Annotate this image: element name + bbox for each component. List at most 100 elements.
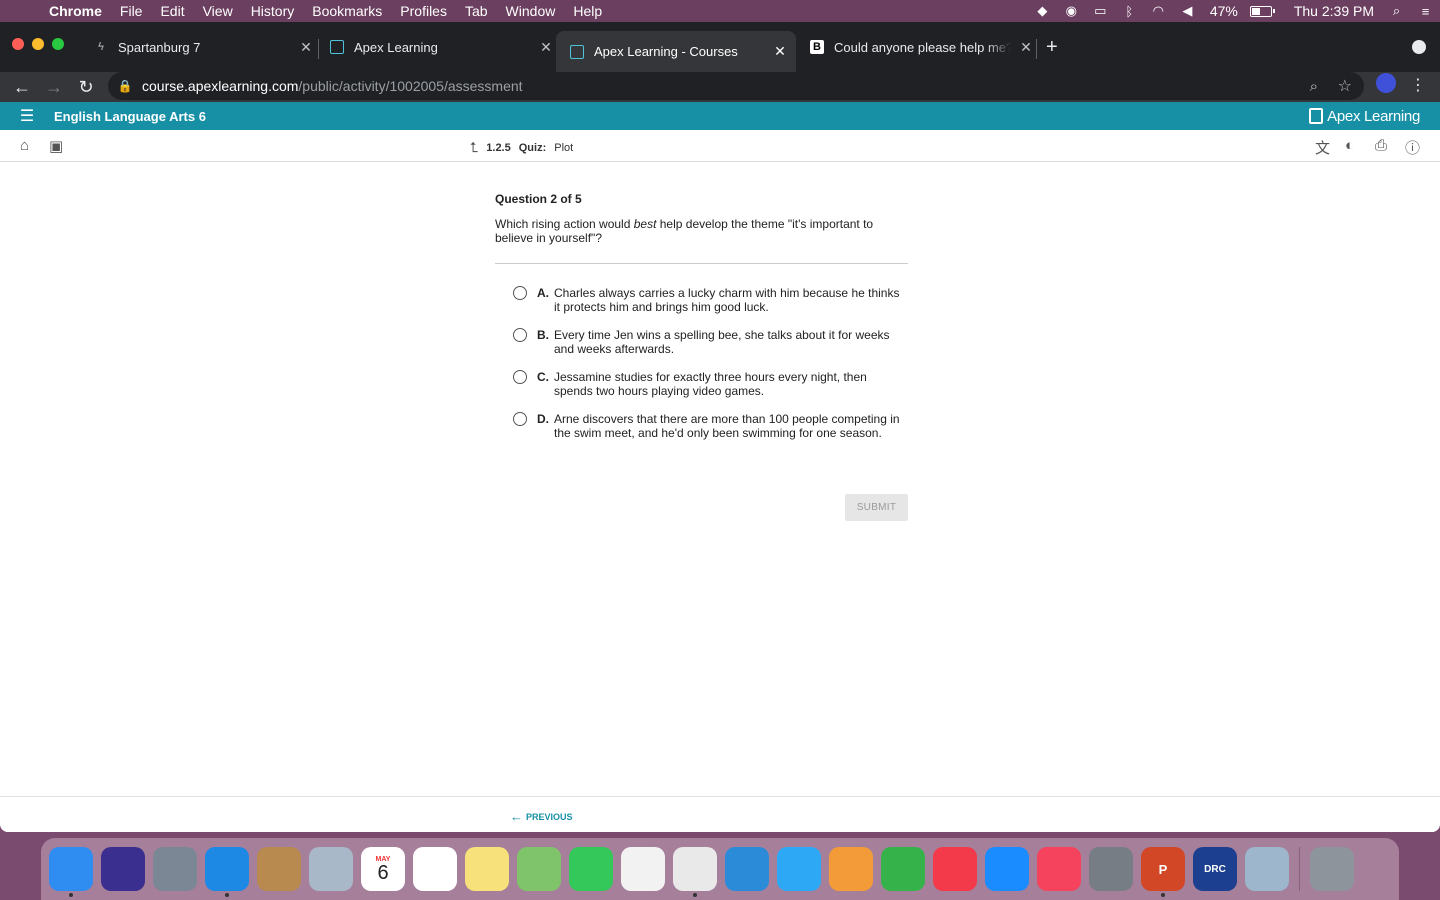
spotlight-search-icon[interactable]: ⌕ [1382, 0, 1411, 22]
volume-icon[interactable]: ◀ [1173, 0, 1202, 22]
system-preferences-icon[interactable] [1089, 847, 1133, 891]
messages-icon[interactable] [777, 847, 821, 891]
radio-button[interactable] [513, 370, 527, 384]
chrome-icon[interactable] [673, 847, 717, 897]
airplay-icon[interactable]: ▭ [1086, 0, 1115, 22]
menu-help[interactable]: Help [564, 3, 611, 19]
radio-button[interactable] [513, 412, 527, 426]
tab-strip: ϟ Spartanburg 7 ✕ Apex Learning ✕ Apex L… [0, 22, 1440, 72]
launchpad-icon[interactable] [153, 847, 197, 891]
gem-icon[interactable]: ◆ [1028, 0, 1057, 22]
preview-icon[interactable] [1245, 847, 1289, 891]
close-tab-icon[interactable]: ✕ [1018, 39, 1034, 56]
menu-app-name[interactable]: Chrome [40, 3, 111, 19]
finder-icon[interactable] [49, 847, 93, 897]
lock-icon[interactable]: 🔒 [108, 79, 142, 93]
music-icon[interactable] [1037, 847, 1081, 891]
minimize-window-button[interactable] [32, 38, 44, 50]
help-icon[interactable]: ⓘ [1405, 137, 1420, 158]
up-arrow-icon[interactable]: ⮤ [470, 139, 478, 156]
print-icon[interactable]: ⎙ [1375, 137, 1387, 154]
menu-view[interactable]: View [194, 3, 242, 19]
close-tab-icon[interactable]: ✕ [298, 39, 314, 56]
siri-icon[interactable] [101, 847, 145, 891]
tab-title: Apex Learning - Courses [594, 44, 738, 59]
close-tab-icon[interactable]: ✕ [772, 43, 788, 60]
zoom-icon[interactable]: ⌕ [1310, 78, 1318, 95]
radio-button[interactable] [513, 328, 527, 342]
calendar-icon[interactable]: MAY 6 [361, 847, 405, 891]
tab-apex-learning[interactable]: Apex Learning ✕ [322, 31, 554, 63]
apex-icon [330, 40, 344, 54]
answer-option-b[interactable]: B. Every time Jen wins a spelling bee, s… [513, 328, 908, 356]
photos-icon[interactable] [621, 847, 665, 891]
address-bar[interactable]: 🔒 course.apexlearning.com/public/activit… [108, 72, 1364, 100]
profile-avatar[interactable] [1376, 73, 1396, 93]
radio-button[interactable] [513, 286, 527, 300]
menu-window[interactable]: Window [497, 3, 565, 19]
close-tab-icon[interactable]: ✕ [538, 39, 554, 56]
menu-profiles[interactable]: Profiles [391, 3, 456, 19]
answer-text: Charles always carries a lucky charm wit… [554, 286, 900, 314]
vpn-icon[interactable]: ◉ [1057, 0, 1086, 22]
answer-letter: B. [537, 328, 549, 342]
facetime-icon[interactable] [569, 847, 613, 891]
translate-icon[interactable]: 文 [1315, 137, 1330, 158]
reminders-icon[interactable] [413, 847, 457, 891]
safari-icon[interactable] [205, 847, 249, 897]
back-button[interactable]: ← [6, 72, 38, 102]
numbers-icon[interactable] [881, 847, 925, 891]
bluetooth-icon[interactable]: ᛒ [1115, 0, 1144, 22]
new-tab-button[interactable]: + [1046, 36, 1058, 59]
chrome-menu-icon[interactable]: ⋮ [1410, 75, 1426, 95]
mail-icon[interactable] [309, 847, 353, 891]
menu-clock[interactable]: Thu 2:39 PM [1286, 3, 1382, 19]
appstore-icon[interactable] [985, 847, 1029, 891]
macos-menu-bar: Chrome File Edit View History Bookmarks … [0, 0, 1440, 22]
powerpoint-icon[interactable]: P [1141, 847, 1185, 897]
keynote-icon[interactable] [725, 847, 769, 891]
close-window-button[interactable] [12, 38, 24, 50]
menu-file[interactable]: File [111, 3, 152, 19]
menu-history[interactable]: History [242, 3, 304, 19]
menu-bookmarks[interactable]: Bookmarks [303, 3, 391, 19]
url-path: /public/activity/1002005/assessment [298, 78, 523, 94]
news-icon[interactable] [933, 847, 977, 891]
answer-option-d[interactable]: D. Arne discovers that there are more th… [513, 412, 908, 440]
pages-icon[interactable] [829, 847, 873, 891]
menu-tab[interactable]: Tab [456, 3, 497, 19]
notification-center-icon[interactable]: ≡ [1411, 0, 1440, 22]
apex-icon [570, 44, 584, 59]
answer-option-a[interactable]: A. Charles always carries a lucky charm … [513, 286, 908, 314]
tab-apex-courses[interactable]: Apex Learning - Courses ✕ [556, 31, 796, 72]
tab-search-icon[interactable] [1412, 40, 1426, 54]
wifi-icon[interactable]: ◠ [1144, 0, 1173, 22]
window-controls [12, 38, 64, 50]
zoom-window-button[interactable] [52, 38, 64, 50]
maps-icon[interactable] [517, 847, 561, 891]
dock-separator [1299, 847, 1300, 891]
menu-edit[interactable]: Edit [151, 3, 193, 19]
battery-icon[interactable] [1249, 5, 1275, 17]
answer-letter: D. [537, 412, 549, 426]
tab-separator [1036, 39, 1037, 59]
read-aloud-icon[interactable]: ◐ [1345, 137, 1354, 154]
tab-spartanburg[interactable]: ϟ Spartanburg 7 ✕ [84, 31, 314, 63]
answer-option-c[interactable]: C. Jessamine studies for exactly three h… [513, 370, 908, 398]
forward-button[interactable]: → [38, 72, 70, 102]
contacts-icon[interactable] [257, 847, 301, 891]
drc-insight-icon[interactable]: DRC [1193, 847, 1237, 891]
previous-button[interactable]: ← PREVIOUS [510, 809, 573, 824]
battery-percent[interactable]: 47% [1202, 3, 1246, 19]
submit-button[interactable]: SUBMIT [845, 494, 908, 521]
breadcrumb: ⮤ 1.2.5 Quiz: Plot [470, 139, 573, 156]
bookmark-star-icon[interactable]: ☆ [1338, 76, 1352, 96]
notes-icon[interactable] [465, 847, 509, 891]
trash-icon[interactable] [1310, 847, 1354, 891]
briefcase-icon[interactable]: ▣ [49, 137, 63, 155]
apex-learning-logo: Apex Learning [1309, 108, 1420, 125]
hamburger-menu-icon[interactable]: ☰ [0, 106, 54, 126]
tab-brainly[interactable]: B Could anyone please help me? ✕ [798, 31, 1034, 63]
reload-button[interactable]: ↻ [70, 72, 102, 102]
home-icon[interactable]: ⌂ [20, 137, 29, 154]
